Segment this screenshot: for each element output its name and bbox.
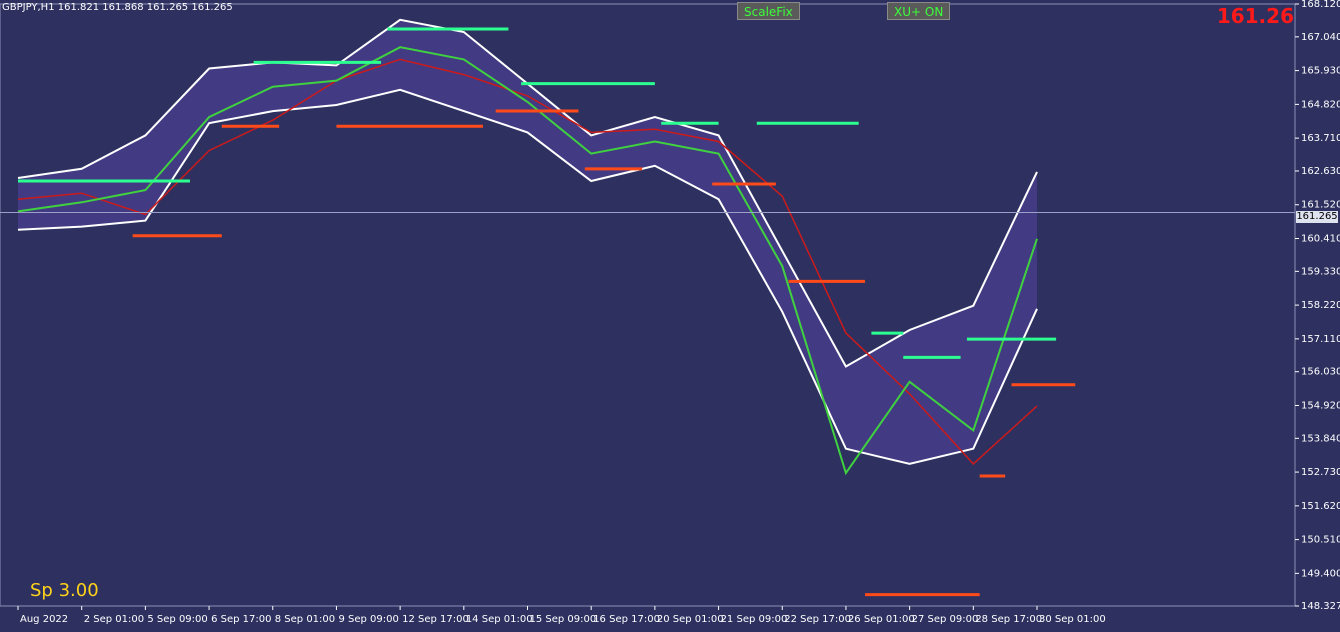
x-tick-label-5: 9 Sep 09:00: [338, 614, 398, 625]
current-price-display: 161.26: [1216, 4, 1294, 28]
y-tick-label-7: 160.410: [1301, 233, 1340, 244]
x-tick-label-6: 12 Sep 17:00: [402, 614, 469, 625]
x-tick-label-16: 30 Sep 01:00: [1039, 614, 1106, 625]
current-price-tag: 161.265: [1296, 211, 1338, 223]
y-tick-label-6: 161.520: [1301, 200, 1340, 211]
y-tick-label-8: 159.330: [1301, 266, 1340, 277]
y-tick-label-2: 165.930: [1301, 66, 1340, 77]
y-tick-label-12: 154.920: [1301, 400, 1340, 411]
y-tick-label-16: 150.510: [1301, 535, 1340, 546]
y-tick-label-0: 168.120: [1301, 0, 1340, 10]
price-chart[interactable]: 168.120 167.040 165.930 164.820 163.710 162.6…: [0, 0, 1340, 632]
x-tick-label-13: 26 Sep 01:00: [848, 614, 915, 625]
scalefix-button[interactable]: ScaleFix: [737, 2, 800, 20]
y-tick-label-10: 157.110: [1301, 334, 1340, 345]
y-tick-label-4: 163.710: [1301, 133, 1340, 144]
x-tick-label-4: 8 Sep 01:00: [275, 614, 335, 625]
y-tick-label-11: 156.030: [1301, 367, 1340, 378]
x-tick-label-11: 21 Sep 09:00: [721, 614, 788, 625]
y-tick-label-15: 151.620: [1301, 501, 1340, 512]
y-tick-label-14: 152.730: [1301, 467, 1340, 478]
x-tick-label-12: 22 Sep 17:00: [784, 614, 851, 625]
y-tick-label-17: 149.400: [1301, 568, 1340, 579]
x-tick-label-7: 14 Sep 01:00: [466, 614, 533, 625]
y-tick-label-3: 164.820: [1301, 99, 1340, 110]
x-tick-label-10: 20 Sep 01:00: [657, 614, 724, 625]
x-tick-label-2: 5 Sep 09:00: [147, 614, 207, 625]
x-tick-label-15: 28 Sep 17:00: [975, 614, 1042, 625]
y-tick-label-1: 167.040: [1301, 32, 1340, 43]
y-tick-label-9: 158.220: [1301, 300, 1340, 311]
y-tick-label-18: 148.327: [1301, 601, 1340, 612]
x-tick-label-9: 16 Sep 17:00: [593, 614, 660, 625]
symbol-label: GBPJPY,H1 161.821 161.868 161.265 161.26…: [2, 2, 233, 13]
y-tick-label-13: 153.840: [1301, 433, 1340, 444]
x-tick-label-14: 27 Sep 09:00: [912, 614, 979, 625]
y-tick-label-5: 162.630: [1301, 166, 1340, 177]
xu-toggle-button[interactable]: XU+ ON: [887, 2, 951, 20]
x-tick-label-1: 2 Sep 01:00: [84, 614, 144, 625]
x-tick-label-8: 15 Sep 09:00: [530, 614, 597, 625]
x-tick-label-3: 6 Sep 17:00: [211, 614, 271, 625]
spread-label: Sp 3.00: [30, 580, 99, 601]
x-tick-label-0: Aug 2022: [20, 614, 68, 625]
